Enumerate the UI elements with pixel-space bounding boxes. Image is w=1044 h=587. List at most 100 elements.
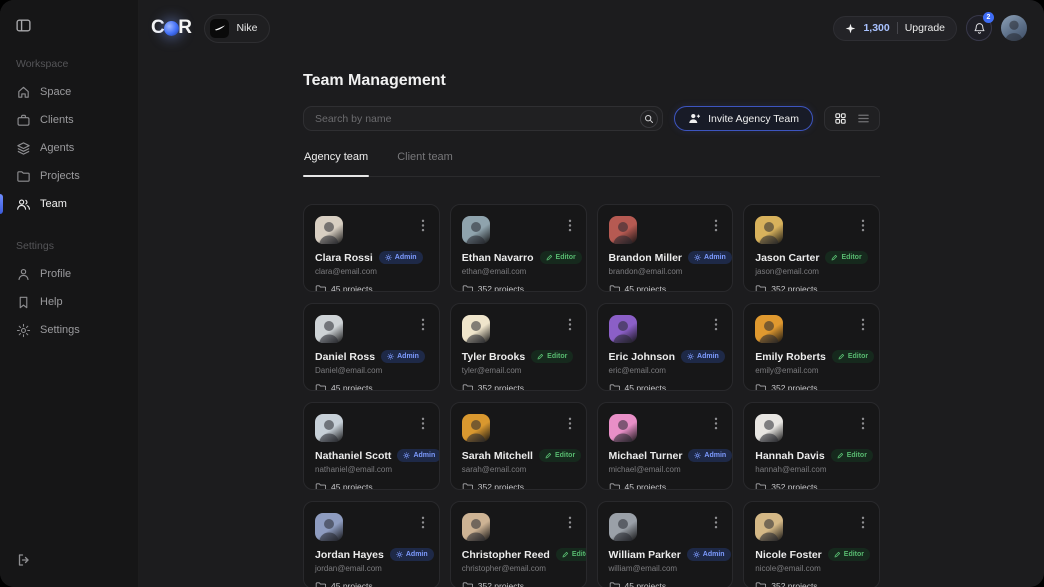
- sidebar-item-clients[interactable]: Clients: [0, 106, 138, 134]
- sidebar-item-space[interactable]: Space: [0, 78, 138, 106]
- member-email: Daniel@email.com: [315, 366, 428, 375]
- user-avatar[interactable]: [1001, 15, 1027, 41]
- sidebar-item-label: Settings: [40, 324, 80, 336]
- avatar: [315, 216, 343, 244]
- sidebar-item-settings[interactable]: Settings: [0, 316, 138, 344]
- role-label: Admin: [697, 353, 719, 360]
- workspace-switcher[interactable]: Nike: [204, 14, 270, 43]
- card-menu-button[interactable]: [711, 415, 721, 432]
- tab-client-team[interactable]: Client team: [396, 151, 454, 176]
- app-window: Workspace Space Clients Agents Projects …: [0, 0, 1044, 587]
- avatar: [755, 414, 783, 442]
- card-menu-button[interactable]: [858, 415, 868, 432]
- member-card[interactable]: Daniel Ross Admin Daniel@email.com 45 pr…: [303, 303, 440, 391]
- member-card[interactable]: Michael Turner Admin michael@email.com 4…: [597, 402, 734, 490]
- role-label: Editor: [572, 551, 587, 558]
- member-card[interactable]: Tyler Brooks Editor tyler@email.com 352 …: [450, 303, 587, 391]
- search-input[interactable]: [315, 113, 640, 125]
- list-view-icon[interactable]: [857, 112, 870, 125]
- card-menu-button[interactable]: [418, 415, 428, 432]
- bell-icon: [973, 22, 986, 35]
- member-email: eric@email.com: [609, 366, 722, 375]
- pencil-icon: [537, 353, 544, 360]
- credits-pill[interactable]: 1,300 Upgrade: [833, 16, 957, 41]
- sidebar-section-workspace: Workspace Space Clients Agents Projects …: [0, 36, 138, 218]
- card-menu-button[interactable]: [711, 514, 721, 531]
- card-menu-button[interactable]: [418, 217, 428, 234]
- sidebar-item-help[interactable]: Help: [0, 288, 138, 316]
- invite-agency-team-button[interactable]: Invite Agency Team: [674, 106, 813, 131]
- nike-swoosh-icon: [210, 19, 229, 38]
- member-card[interactable]: Christopher Reed Editor christopher@emai…: [450, 501, 587, 587]
- member-card[interactable]: Jordan Hayes Admin jordan@email.com 45 p…: [303, 501, 440, 587]
- logout-button[interactable]: [16, 551, 34, 569]
- notifications-button[interactable]: 2: [966, 15, 992, 41]
- member-card[interactable]: Brandon Miller Admin brandon@email.com 4…: [597, 204, 734, 292]
- folder-icon: [315, 383, 326, 391]
- tab-agency-team[interactable]: Agency team: [303, 151, 369, 176]
- member-card[interactable]: Jason Carter Editor jason@email.com 352 …: [743, 204, 880, 292]
- search-button[interactable]: [640, 110, 658, 128]
- card-menu-button[interactable]: [711, 316, 721, 333]
- gear-icon: [396, 551, 403, 558]
- card-menu-button[interactable]: [565, 316, 575, 333]
- card-menu-button[interactable]: [858, 514, 868, 531]
- card-menu-button[interactable]: [858, 217, 868, 234]
- divider: [897, 22, 898, 34]
- member-card[interactable]: William Parker Admin william@email.com 4…: [597, 501, 734, 587]
- card-menu-button[interactable]: [565, 514, 575, 531]
- card-menu-button[interactable]: [711, 217, 721, 234]
- member-card[interactable]: Nicole Foster Editor nicole@email.com 35…: [743, 501, 880, 587]
- avatar: [755, 216, 783, 244]
- person-icon: [16, 267, 31, 282]
- sidebar-collapse-button[interactable]: [15, 14, 37, 36]
- sidebar-item-label: Help: [40, 296, 63, 308]
- upgrade-button[interactable]: Upgrade: [905, 22, 945, 34]
- projects-count: 352 projects: [771, 581, 817, 587]
- member-email: christopher@email.com: [462, 564, 575, 573]
- member-email: nicole@email.com: [755, 564, 868, 573]
- avatar: [609, 315, 637, 343]
- avatar: [462, 315, 490, 343]
- folder-icon: [462, 284, 473, 292]
- projects-count: 45 projects: [331, 581, 373, 587]
- card-menu-button[interactable]: [858, 316, 868, 333]
- sidebar-item-projects[interactable]: Projects: [0, 162, 138, 190]
- folder-icon: [755, 383, 766, 391]
- projects-count: 45 projects: [331, 482, 373, 490]
- pencil-icon: [837, 452, 844, 459]
- projects-count: 352 projects: [771, 482, 817, 490]
- member-card[interactable]: Ethan Navarro Editor ethan@email.com 352…: [450, 204, 587, 292]
- member-card[interactable]: Nathaniel Scott Admin nathaniel@email.co…: [303, 402, 440, 490]
- search-box: [303, 106, 663, 131]
- sparkle-icon: [845, 23, 856, 34]
- sidebar-item-agents[interactable]: Agents: [0, 134, 138, 162]
- card-menu-button[interactable]: [418, 316, 428, 333]
- card-menu-button[interactable]: [565, 415, 575, 432]
- controls-row: Invite Agency Team: [303, 106, 880, 131]
- member-card[interactable]: Clara Rossi Admin clara@email.com 45 pro…: [303, 204, 440, 292]
- member-email: nathaniel@email.com: [315, 465, 428, 474]
- sidebar-item-profile[interactable]: Profile: [0, 260, 138, 288]
- member-email: clara@email.com: [315, 267, 428, 276]
- search-icon: [644, 114, 654, 124]
- grid-view-icon[interactable]: [834, 112, 847, 125]
- card-menu-button[interactable]: [418, 514, 428, 531]
- member-name: Sarah Mitchell: [462, 450, 533, 462]
- projects-count: 45 projects: [625, 482, 667, 490]
- member-card[interactable]: Hannah Davis Editor hannah@email.com 352…: [743, 402, 880, 490]
- sidebar-item-team[interactable]: Team: [0, 190, 138, 218]
- folder-icon: [609, 284, 620, 292]
- member-card[interactable]: Eric Johnson Admin eric@email.com 45 pro…: [597, 303, 734, 391]
- gear-icon: [385, 254, 392, 261]
- member-name: Nathaniel Scott: [315, 450, 391, 462]
- member-card[interactable]: Emily Roberts Editor emily@email.com 352…: [743, 303, 880, 391]
- projects-count: 45 projects: [331, 284, 373, 292]
- topbar: C R Nike 1,300 Upgrade: [139, 0, 1044, 56]
- role-label: Admin: [395, 254, 417, 261]
- member-card[interactable]: Sarah Mitchell Editor sarah@email.com 35…: [450, 402, 587, 490]
- role-badge: Editor: [832, 350, 874, 363]
- folder-icon: [315, 581, 326, 587]
- card-menu-button[interactable]: [565, 217, 575, 234]
- role-label: Admin: [406, 551, 428, 558]
